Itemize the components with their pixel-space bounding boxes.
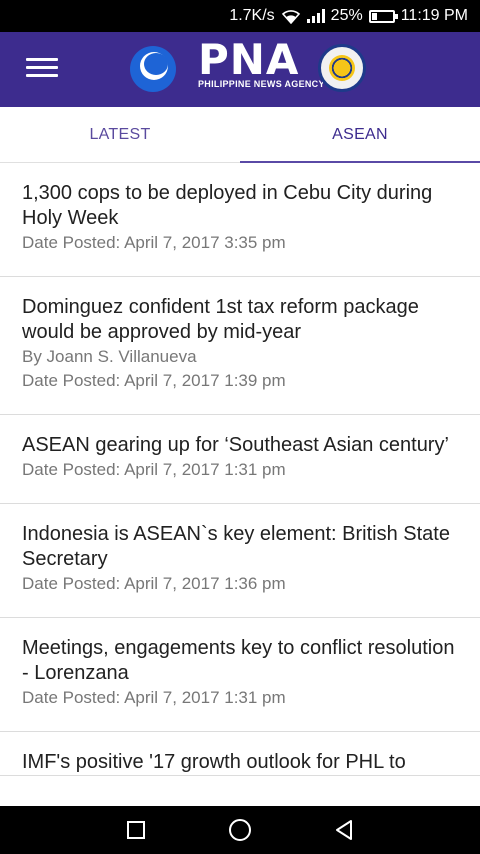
tab-bar: LATEST ASEAN — [0, 107, 480, 163]
pna-logo-icon — [130, 46, 176, 92]
news-date: Date Posted: April 7, 2017 1:31 pm — [22, 688, 286, 707]
news-title: IMF's positive '17 growth outlook for PH… — [22, 751, 406, 773]
news-title: 1,300 cops to be deployed in Cebu City d… — [22, 182, 433, 229]
battery-icon — [368, 9, 398, 23]
news-item[interactable]: Indonesia is ASEAN`s key element: Britis… — [0, 504, 480, 618]
status-bar: 1.7K/s 25% 11:19 PM — [0, 0, 480, 32]
news-date: Date Posted: April 7, 2017 3:35 pm — [22, 233, 286, 252]
tab-asean[interactable]: ASEAN — [240, 107, 480, 163]
news-list[interactable]: 1,300 cops to be deployed in Cebu City d… — [0, 163, 480, 806]
news-item[interactable]: IMF's positive '17 growth outlook for PH… — [0, 732, 480, 776]
system-nav-bar — [0, 806, 480, 854]
news-author: By Joann S. Villanueva — [22, 347, 197, 366]
app-logo: PNA PHILIPPINE NEWS AGENCY — [198, 35, 325, 90]
recents-icon[interactable] — [122, 816, 150, 844]
home-icon[interactable] — [226, 816, 254, 844]
news-date: Date Posted: April 7, 2017 1:31 pm — [22, 460, 286, 479]
menu-icon[interactable] — [26, 58, 58, 82]
news-item[interactable]: 1,300 cops to be deployed in Cebu City d… — [0, 163, 480, 277]
news-date: Date Posted: April 7, 2017 1:39 pm — [22, 371, 286, 390]
signal-icon — [306, 9, 325, 23]
government-seal-icon — [318, 44, 366, 92]
news-title: Dominguez confident 1st tax reform packa… — [22, 296, 419, 343]
news-title: ASEAN gearing up for ‘Southeast Asian ce… — [22, 434, 449, 456]
tab-latest[interactable]: LATEST — [0, 107, 240, 162]
news-title: Indonesia is ASEAN`s key element: Britis… — [22, 523, 450, 570]
back-icon[interactable] — [330, 816, 358, 844]
news-item[interactable]: Dominguez confident 1st tax reform packa… — [0, 277, 480, 415]
battery-percent: 25% — [330, 7, 363, 24]
network-speed: 1.7K/s — [229, 7, 275, 24]
news-item[interactable]: Meetings, engagements key to conflict re… — [0, 618, 480, 732]
clock: 11:19 PM — [400, 7, 468, 24]
news-title: Meetings, engagements key to conflict re… — [22, 637, 455, 684]
wifi-icon — [281, 8, 301, 24]
app-bar: PNA PHILIPPINE NEWS AGENCY — [0, 32, 480, 107]
logo-title: PNA — [198, 35, 300, 84]
news-date: Date Posted: April 7, 2017 1:36 pm — [22, 574, 286, 593]
logo-subtitle: PHILIPPINE NEWS AGENCY — [198, 79, 325, 89]
news-item[interactable]: ASEAN gearing up for ‘Southeast Asian ce… — [0, 415, 480, 504]
